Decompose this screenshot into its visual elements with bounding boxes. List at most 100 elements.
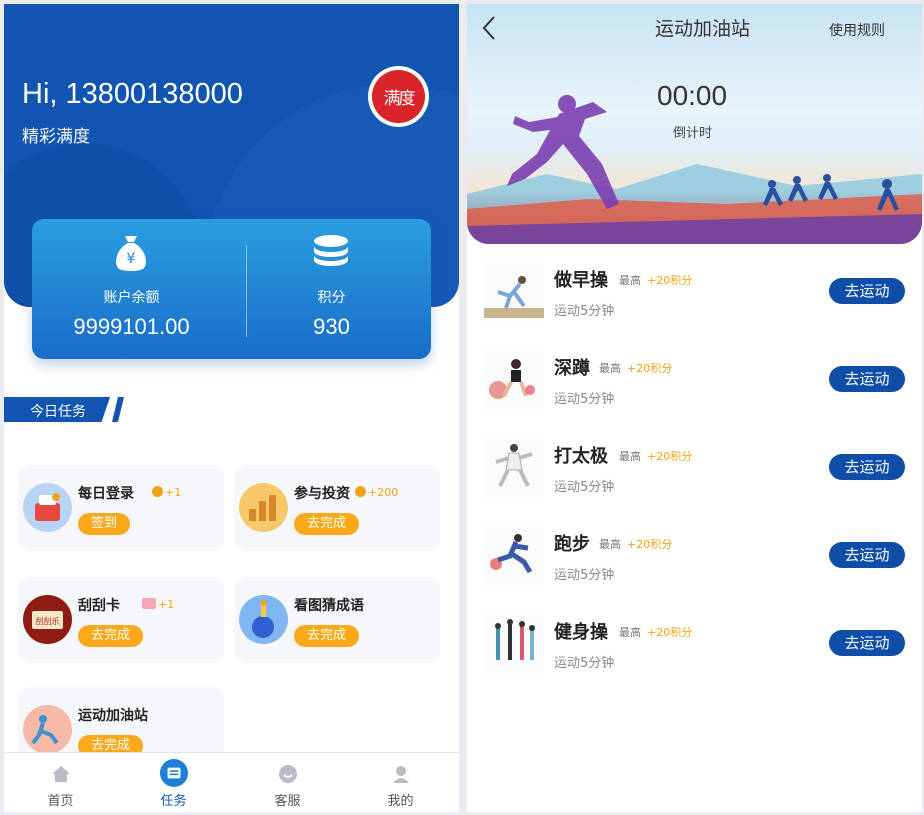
profile-icon bbox=[393, 766, 409, 783]
start-exercise-button[interactable]: 去运动 bbox=[829, 630, 905, 656]
section-title-text: 今日任务 bbox=[30, 404, 86, 420]
start-exercise-button[interactable]: 去运动 bbox=[829, 366, 905, 392]
avatar[interactable]: 满度 bbox=[368, 66, 429, 127]
complete-button[interactable]: 去完成 bbox=[78, 625, 144, 647]
exercise-points: +20积分 bbox=[627, 362, 673, 375]
tab-profile[interactable]: 我的 bbox=[344, 753, 457, 812]
points-value: 930 bbox=[313, 314, 350, 339]
home-icon bbox=[52, 766, 70, 782]
tab-label: 客服 bbox=[274, 794, 301, 809]
task-reward-value: +1 bbox=[158, 598, 175, 611]
coin-icon bbox=[152, 486, 163, 497]
aerobics-image bbox=[484, 614, 544, 674]
exercise-max-label: 最高 bbox=[599, 362, 621, 375]
exercise-name: 跑步 bbox=[554, 534, 590, 555]
coins-stack-icon bbox=[314, 235, 348, 266]
task-name: 刮刮卡 bbox=[78, 598, 120, 614]
countdown-label: 倒计时 bbox=[673, 126, 713, 141]
money-bag-icon: ¥ bbox=[116, 236, 146, 271]
task-reward-value: +1 bbox=[165, 486, 182, 499]
section-title: 今日任务 bbox=[4, 397, 126, 422]
exercise-item-squat: 深蹲 最高 +20积分 运动5分钟 去运动 bbox=[467, 336, 922, 424]
exercise-max-label: 最高 bbox=[599, 538, 621, 551]
balance-label: 账户余额 bbox=[103, 290, 160, 306]
avatar-logo: 满度 bbox=[372, 70, 425, 123]
complete-button[interactable]: 去完成 bbox=[294, 625, 360, 647]
exercise-item-running: 跑步 最高 +20积分 运动5分钟 去运动 bbox=[467, 512, 922, 600]
exercise-item-morning: 做早操 最高 +20积分 运动5分钟 去运动 bbox=[467, 248, 922, 336]
countdown-timer: 00:00 bbox=[657, 80, 728, 111]
task-card-idiom: 看图猜成语 去完成 bbox=[234, 577, 440, 663]
task-reward: +1 bbox=[142, 598, 174, 611]
start-exercise-button[interactable]: 去运动 bbox=[829, 278, 905, 304]
tab-tasks[interactable]: 任务 bbox=[117, 753, 230, 812]
sports-station-screen: 运动加油站 使用规则 00:00 倒计时 做早操 最高 +20积分 运动5分钟 … bbox=[467, 4, 922, 812]
coin-icon bbox=[355, 486, 366, 497]
tab-home[interactable]: 首页 bbox=[4, 753, 117, 812]
exercise-duration: 运动5分钟 bbox=[554, 568, 615, 583]
back-arrow-icon[interactable] bbox=[479, 14, 499, 42]
task-card-invest: 参与投资 +200 去完成 bbox=[234, 465, 440, 551]
task-reward-value: +200 bbox=[368, 486, 399, 499]
tab-label: 任务 bbox=[160, 794, 187, 809]
exercise-duration: 运动5分钟 bbox=[554, 656, 615, 671]
idiom-game-icon bbox=[239, 595, 288, 644]
exercise-name: 做早操 bbox=[554, 270, 608, 291]
section-title-stripe bbox=[112, 397, 124, 422]
tab-service[interactable]: 客服 bbox=[231, 753, 344, 812]
exercise-points: +20积分 bbox=[647, 450, 693, 463]
rules-link[interactable]: 使用规则 bbox=[829, 20, 885, 40]
task-icon bbox=[160, 759, 188, 787]
exercise-max-label: 最高 bbox=[619, 274, 641, 287]
svg-text:¥: ¥ bbox=[127, 251, 136, 267]
task-card-scratch: 刮刮乐 刮刮卡 +1 去完成 bbox=[18, 577, 224, 663]
exercise-duration: 运动5分钟 bbox=[554, 304, 615, 319]
exercise-name: 健身操 bbox=[554, 622, 608, 643]
task-reward: +1 bbox=[152, 486, 181, 499]
task-name: 参与投资 bbox=[294, 486, 350, 502]
exercise-name: 深蹲 bbox=[554, 358, 590, 379]
points-block[interactable]: 积分 930 bbox=[232, 219, 431, 359]
sign-in-button[interactable]: 签到 bbox=[78, 513, 131, 535]
daily-login-icon bbox=[23, 483, 72, 532]
task-name: 每日登录 bbox=[78, 486, 134, 502]
tab-label: 我的 bbox=[387, 794, 414, 809]
task-name: 看图猜成语 bbox=[294, 598, 364, 614]
task-reward: +200 bbox=[355, 486, 398, 499]
sports-banner: 运动加油站 使用规则 00:00 倒计时 bbox=[467, 4, 922, 244]
complete-button[interactable]: 去完成 bbox=[294, 513, 360, 535]
start-exercise-button[interactable]: 去运动 bbox=[829, 454, 905, 480]
exercise-max-label: 最高 bbox=[619, 450, 641, 463]
invest-icon bbox=[239, 483, 288, 532]
task-card-daily-login: 每日登录 +1 签到 bbox=[18, 465, 224, 551]
exercise-duration: 运动5分钟 bbox=[554, 480, 615, 495]
exercise-max-label: 最高 bbox=[619, 626, 641, 639]
exercise-duration: 运动5分钟 bbox=[554, 392, 615, 407]
squat-image bbox=[484, 350, 544, 410]
scratch-card-icon: 刮刮乐 bbox=[23, 595, 72, 644]
start-exercise-button[interactable]: 去运动 bbox=[829, 542, 905, 568]
balance-block[interactable]: ¥ 账户余额 9999101.00 bbox=[32, 219, 231, 359]
greeting: Hi, 13800138000 bbox=[22, 78, 243, 110]
svg-text:刮刮乐: 刮刮乐 bbox=[36, 616, 60, 626]
exercise-item-taichi: 打太极 最高 +20积分 运动5分钟 去运动 bbox=[467, 424, 922, 512]
exercise-name: 打太极 bbox=[554, 446, 608, 467]
points-label: 积分 bbox=[317, 290, 346, 306]
task-screen: Hi, 13800138000 精彩满度 满度 ¥ 账户余额 9999101.0… bbox=[4, 4, 459, 812]
exercise-points: +20积分 bbox=[647, 626, 693, 639]
exercise-points: +20积分 bbox=[627, 538, 673, 551]
gift-icon bbox=[142, 598, 156, 609]
taichi-image bbox=[484, 438, 544, 498]
task-name: 运动加油站 bbox=[78, 708, 148, 724]
running-image bbox=[484, 526, 544, 586]
account-card: ¥ 账户余额 9999101.00 积分 930 bbox=[32, 219, 431, 359]
balance-value: 9999101.00 bbox=[73, 314, 190, 339]
nickname: 精彩满度 bbox=[22, 127, 90, 147]
service-icon bbox=[279, 765, 297, 783]
page-title: 运动加油站 bbox=[655, 18, 751, 40]
exercise-points: +20积分 bbox=[647, 274, 693, 287]
morning-exercise-image bbox=[484, 262, 544, 322]
exercise-item-aerobics: 健身操 最高 +20积分 运动5分钟 去运动 bbox=[467, 600, 922, 688]
tab-bar: 首页 任务 客服 我的 bbox=[4, 752, 459, 812]
sports-station-icon bbox=[23, 705, 72, 754]
